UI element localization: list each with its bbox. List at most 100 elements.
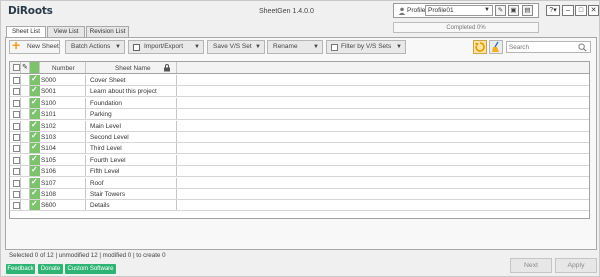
sheet-number[interactable]: S107 xyxy=(41,180,56,187)
row-status-cell: ✓ xyxy=(30,108,40,120)
minimize-button[interactable]: – xyxy=(562,5,574,16)
filter-checkbox[interactable] xyxy=(331,44,338,51)
sheet-name[interactable]: Fourth Level xyxy=(90,157,126,164)
next-button[interactable]: Next xyxy=(510,258,552,273)
sheet-name[interactable]: Learn about this project xyxy=(90,88,157,95)
row-select-cell xyxy=(10,200,21,211)
sheet-number[interactable]: S108 xyxy=(41,191,56,198)
feedback-button[interactable]: Feedback xyxy=(6,264,35,274)
chevron-down-icon: ▼ xyxy=(255,44,261,50)
sheet-number[interactable]: S105 xyxy=(41,157,56,164)
donate-button[interactable]: Donate xyxy=(38,264,63,274)
table-row[interactable]: ✓ S103 Second Level xyxy=(10,131,589,143)
table-row[interactable]: ✓ S106 Fifth Level xyxy=(10,165,589,178)
table-row[interactable]: ✓ S000 Cover Sheet xyxy=(10,74,589,86)
progress-text: Completed 0% xyxy=(446,25,486,31)
sheet-name[interactable]: Stair Towers xyxy=(90,191,125,198)
edit-profile-icon[interactable]: ✎ xyxy=(495,5,506,16)
sheet-name[interactable]: Details xyxy=(90,202,110,209)
row-checkbox[interactable] xyxy=(13,111,20,119)
check-icon: ✓ xyxy=(31,96,38,106)
row-checkbox[interactable] xyxy=(13,191,20,198)
save-vs-set-dropdown[interactable]: Save V/S Set ▼ xyxy=(207,40,265,54)
sheet-number[interactable]: S100 xyxy=(41,100,56,107)
row-edit-cell xyxy=(21,189,30,199)
sheet-number[interactable]: S600 xyxy=(41,202,56,209)
sheet-number[interactable]: S101 xyxy=(41,111,56,118)
check-icon: ✓ xyxy=(31,131,38,140)
sheet-number[interactable]: S102 xyxy=(41,123,56,130)
header-name-col[interactable]: Sheet Name xyxy=(86,62,177,73)
select-all-checkbox[interactable] xyxy=(13,64,20,71)
sheet-number[interactable]: S104 xyxy=(41,145,56,152)
sheet-name[interactable]: Cover Sheet xyxy=(90,77,126,84)
row-checkbox[interactable] xyxy=(13,99,20,107)
sheet-name[interactable]: Roof xyxy=(90,180,104,187)
maximize-button[interactable]: □ xyxy=(575,5,587,16)
row-checkbox[interactable] xyxy=(13,134,20,141)
row-checkbox[interactable] xyxy=(13,122,20,130)
row-edit-cell xyxy=(21,120,30,131)
refresh-button[interactable] xyxy=(473,40,487,54)
table-row[interactable]: ✓ S104 Third Level xyxy=(10,142,589,155)
sheet-name[interactable]: Main Level xyxy=(90,123,121,130)
tab-view-list[interactable]: View List xyxy=(47,26,85,37)
row-checkbox[interactable] xyxy=(13,202,20,210)
table-row[interactable]: ✓ S101 Parking xyxy=(10,108,589,121)
custom-software-button[interactable]: Custom Software xyxy=(65,264,116,274)
new-sheet-button[interactable]: + New Sheet xyxy=(9,37,60,54)
plus-icon: + xyxy=(12,37,21,53)
sheet-name[interactable]: Parking xyxy=(90,111,112,118)
row-status-cell: ✓ xyxy=(30,177,40,188)
delete-profile-icon[interactable]: ▤ xyxy=(522,5,533,16)
header-edit-col: ✎ xyxy=(21,62,30,73)
sheet-number[interactable]: S000 xyxy=(41,77,56,84)
chevron-down-icon: ▼ xyxy=(484,7,490,13)
check-icon: ✓ xyxy=(31,108,38,118)
rename-dropdown[interactable]: Rename ▼ xyxy=(267,40,323,54)
row-checkbox[interactable] xyxy=(13,156,20,164)
progress-bar: Completed 0% xyxy=(393,22,539,33)
apply-button[interactable]: Apply xyxy=(555,258,597,273)
table-row[interactable]: ✓ S102 Main Level xyxy=(10,120,589,132)
row-status-cell: ✓ xyxy=(30,85,40,97)
batch-actions-dropdown[interactable]: Batch Actions ▼ xyxy=(65,40,125,54)
profile-dropdown[interactable]: Profile01 ▼ xyxy=(425,5,493,16)
filter-tool-button[interactable] xyxy=(489,40,503,54)
search-input[interactable] xyxy=(509,43,579,52)
lock-icon[interactable] xyxy=(163,64,171,72)
row-checkbox[interactable] xyxy=(13,179,20,187)
help-button[interactable]: ?▾ xyxy=(546,5,560,16)
row-status-cell: ✓ xyxy=(30,131,40,142)
row-edit-cell xyxy=(21,75,30,85)
row-select-cell xyxy=(10,97,21,108)
check-icon: ✓ xyxy=(31,153,38,163)
row-checkbox[interactable] xyxy=(13,168,20,176)
sheet-name[interactable]: Foundation xyxy=(90,100,122,107)
chevron-down-icon: ▼ xyxy=(194,44,200,50)
tab-revision-list[interactable]: Revision List xyxy=(86,26,129,37)
sheet-name[interactable]: Second Level xyxy=(90,134,129,141)
row-checkbox[interactable] xyxy=(13,145,20,153)
row-checkbox[interactable] xyxy=(13,88,20,96)
row-checkbox[interactable] xyxy=(13,77,20,84)
save-profile-icon[interactable]: ▣ xyxy=(508,5,519,16)
sheet-number[interactable]: S106 xyxy=(41,168,56,175)
table-row[interactable]: ✓ S107 Roof xyxy=(10,177,589,189)
search-box[interactable] xyxy=(506,41,591,53)
check-icon: ✓ xyxy=(31,188,38,197)
sheet-name[interactable]: Third Level xyxy=(90,145,122,152)
table-row[interactable]: ✓ S100 Foundation xyxy=(10,96,589,109)
sheet-name[interactable]: Fifth Level xyxy=(90,168,119,175)
table-row[interactable]: ✓ S600 Details xyxy=(10,199,589,212)
import-export-dropdown[interactable]: Import/Export ▼ xyxy=(128,40,204,54)
row-edit-cell xyxy=(21,109,30,120)
sheet-number[interactable]: S103 xyxy=(41,134,56,141)
header-number-col[interactable]: Number xyxy=(40,62,86,73)
table-row[interactable]: ✓ S105 Fourth Level xyxy=(10,153,589,166)
sheet-number[interactable]: S001 xyxy=(41,88,56,95)
filter-vs-sets-dropdown[interactable]: Filter by V/S Sets ▼ xyxy=(326,40,406,54)
table-row[interactable]: ✓ S001 Learn about this project xyxy=(10,85,589,98)
close-button[interactable]: ✕ xyxy=(588,5,599,16)
table-row[interactable]: ✓ S108 Stair Towers xyxy=(10,188,589,200)
